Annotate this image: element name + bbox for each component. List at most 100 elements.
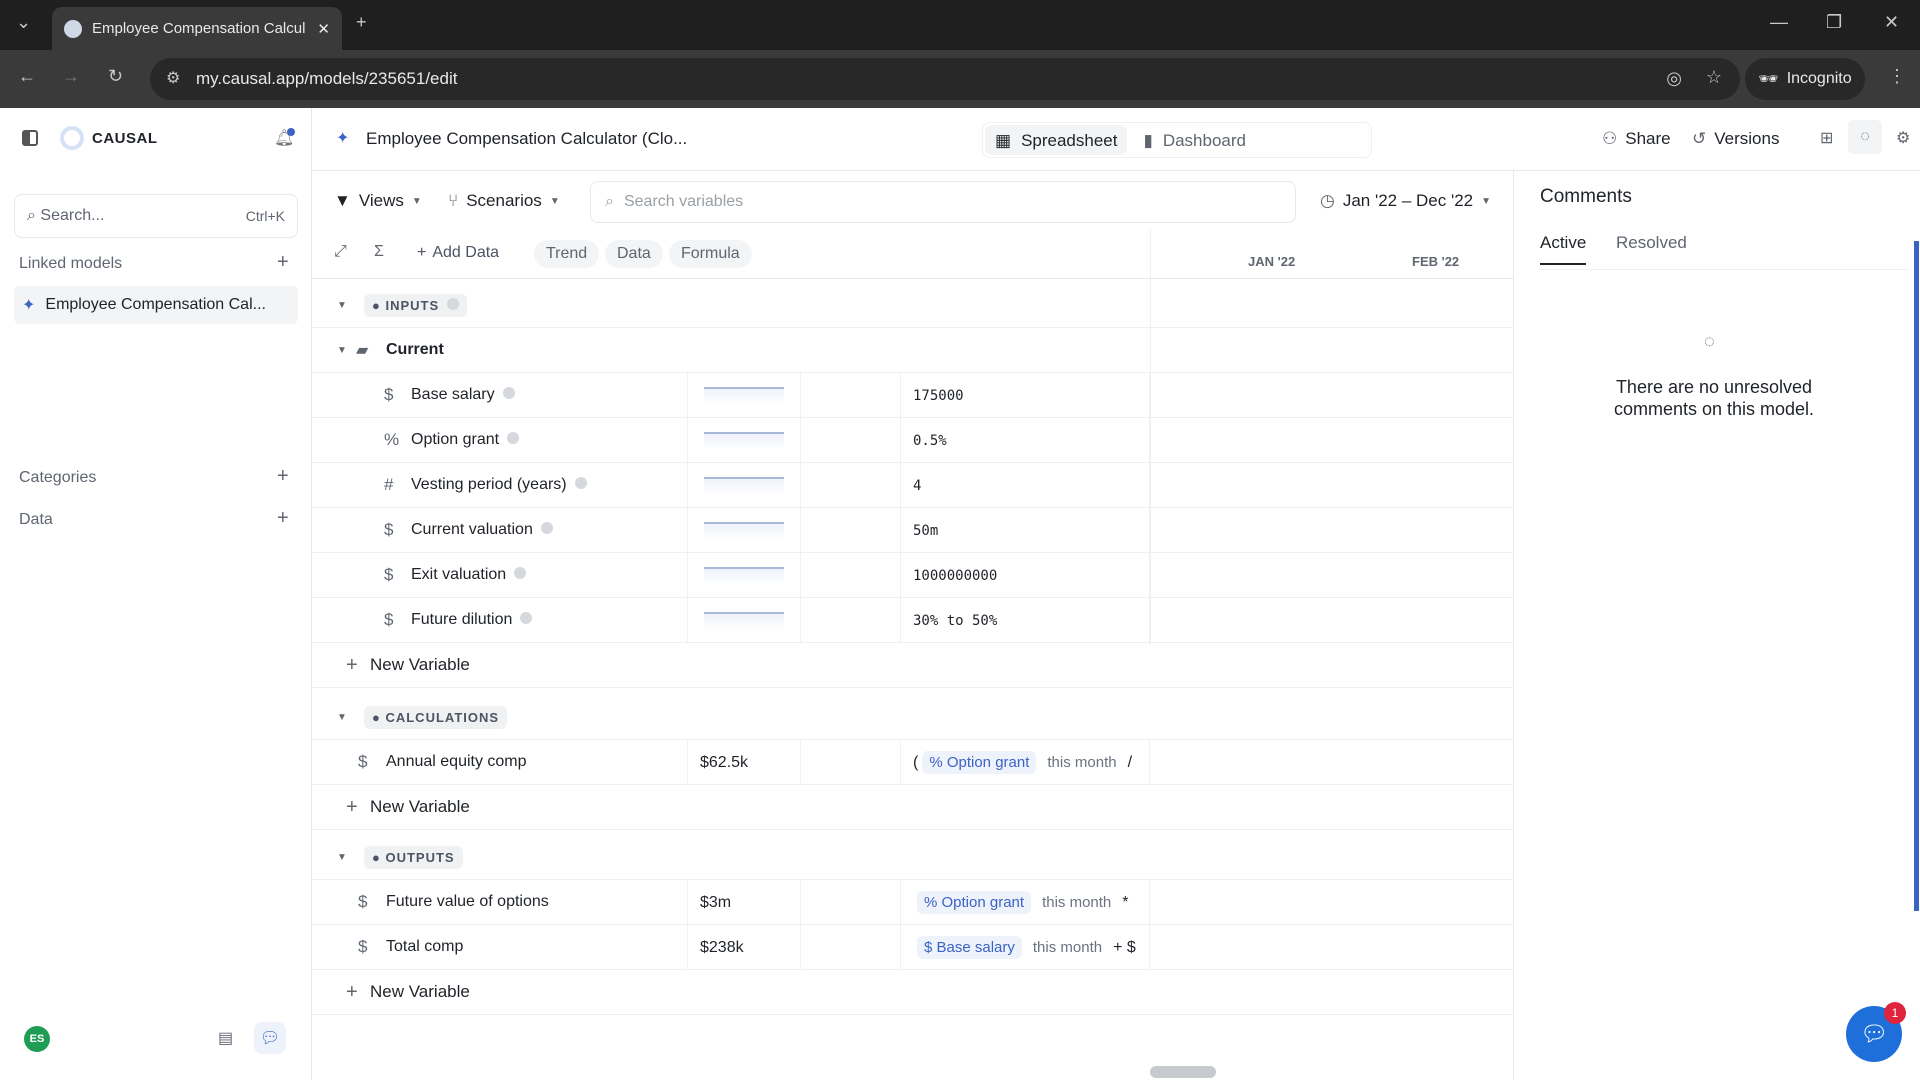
currency-icon: $ bbox=[358, 752, 368, 771]
section-header-calculations[interactable]: ▼ ● CALCULATIONS bbox=[312, 695, 1513, 740]
variable-token[interactable]: % Option grant bbox=[922, 751, 1037, 774]
variable-row[interactable]: % Option grant 0.5% bbox=[312, 418, 1513, 463]
variable-value[interactable]: 0.5% bbox=[900, 418, 1150, 463]
incognito-badge[interactable]: 🕶 Incognito bbox=[1745, 58, 1865, 100]
forward-icon[interactable]: → bbox=[62, 66, 80, 87]
variable-row[interactable]: $ Base salary 175000 bbox=[312, 373, 1513, 418]
variable-name[interactable]: Future dilution bbox=[411, 611, 533, 629]
help-icon[interactable] bbox=[507, 432, 520, 444]
variable-row[interactable]: $ Future dilution 30% to 50% bbox=[312, 598, 1513, 643]
tab-active[interactable]: Active bbox=[1540, 233, 1587, 265]
expand-icon[interactable]: ⤢ bbox=[334, 243, 347, 261]
variable-row[interactable]: $ Annual equity comp $62.5k (% Option gra… bbox=[312, 740, 1513, 785]
variable-name[interactable]: Option grant bbox=[411, 431, 520, 449]
tab-resolved[interactable]: Resolved bbox=[1616, 233, 1687, 253]
add-linked-model-icon[interactable]: + bbox=[277, 251, 289, 274]
share-button[interactable]: ⚇ Share bbox=[1602, 129, 1671, 149]
menu-icon[interactable]: ⋮ bbox=[1888, 66, 1906, 87]
variable-name[interactable]: Current valuation bbox=[411, 521, 553, 539]
variable-row[interactable]: $ Total comp $238k $ Base salary this mont… bbox=[312, 925, 1513, 970]
scenarios-dropdown[interactable]: ⑂ Scenarios ▼ bbox=[448, 191, 560, 211]
sparkline bbox=[704, 566, 784, 585]
variable-value[interactable]: 4 bbox=[900, 463, 1150, 508]
new-variable-button[interactable]: + New Variable bbox=[312, 785, 1513, 830]
variable-name[interactable]: Vesting period (years) bbox=[411, 476, 587, 494]
dashboard-tab[interactable]: ▮ Dashboard bbox=[1133, 125, 1256, 155]
sidebar-toggle-icon[interactable] bbox=[22, 130, 38, 146]
variable-name[interactable]: Future value of options bbox=[386, 893, 549, 911]
settings-icon[interactable]: ⚙ bbox=[1896, 128, 1910, 148]
variable-name[interactable]: Total comp bbox=[386, 938, 463, 956]
sidebar-search[interactable]: ⌕ Search... Ctrl+K bbox=[14, 194, 298, 238]
variable-value[interactable]: 1000000000 bbox=[900, 553, 1150, 598]
help-icon[interactable] bbox=[574, 477, 587, 489]
views-dropdown[interactable]: ▼ Views ▼ bbox=[334, 191, 422, 211]
reload-icon[interactable]: ↻ bbox=[108, 66, 123, 87]
back-icon[interactable]: ← bbox=[18, 66, 36, 87]
date-range-picker[interactable]: ◷ Jan '22 – Dec '22 ▼ bbox=[1320, 191, 1491, 211]
linked-model-item[interactable]: ✦ Employee Compensation Cal... bbox=[14, 286, 298, 324]
help-icon[interactable] bbox=[520, 612, 533, 624]
variable-token[interactable]: % Option grant bbox=[917, 891, 1032, 914]
eye-off-icon[interactable]: ◎ bbox=[1666, 68, 1682, 89]
add-data-icon[interactable]: + bbox=[277, 507, 289, 530]
empty-cell bbox=[800, 508, 900, 553]
folder-row[interactable]: ▼ ▰ Current bbox=[312, 328, 1513, 373]
help-icon[interactable] bbox=[514, 567, 527, 579]
close-window-icon[interactable]: ✕ bbox=[1884, 12, 1899, 33]
versions-button[interactable]: ↺ Versions bbox=[1692, 129, 1779, 149]
scrollbar[interactable] bbox=[1914, 241, 1919, 911]
model-title[interactable]: Employee Compensation Calculator (Clo... bbox=[366, 129, 687, 149]
tab-list-icon[interactable]: ⌄ bbox=[16, 12, 31, 33]
site-settings-icon[interactable]: ⚙ bbox=[166, 68, 180, 88]
avatar[interactable]: ES bbox=[24, 1026, 50, 1052]
url-field[interactable]: my.causal.app/models/235651/edit ⚙ ◎ ☆ bbox=[150, 58, 1740, 100]
chevron-down-icon[interactable]: ▼ bbox=[337, 300, 347, 311]
new-tab-icon[interactable]: + bbox=[356, 12, 367, 33]
browser-tab[interactable]: Employee Compensation Calcul ✕ bbox=[52, 7, 342, 50]
variable-value[interactable]: 30% to 50% bbox=[900, 598, 1150, 643]
variable-row[interactable]: $ Current valuation 50m bbox=[312, 508, 1513, 553]
comments-icon[interactable]: ◌ bbox=[1848, 120, 1882, 154]
help-icon[interactable] bbox=[540, 522, 553, 534]
sigma-icon[interactable]: Σ bbox=[374, 243, 384, 261]
horizontal-scrollbar[interactable] bbox=[1150, 1066, 1216, 1078]
variable-value[interactable]: 50m bbox=[900, 508, 1150, 553]
formula-cell[interactable]: $ Base salary this month + $ bbox=[900, 925, 1150, 970]
variable-value[interactable]: 175000 bbox=[900, 373, 1150, 418]
new-variable-button[interactable]: + New Variable bbox=[312, 643, 1513, 688]
add-category-icon[interactable]: + bbox=[277, 465, 289, 488]
trend-toggle[interactable]: Trend bbox=[534, 240, 600, 268]
section-header-outputs[interactable]: ▼ ● OUTPUTS bbox=[312, 835, 1513, 880]
close-tab-icon[interactable]: ✕ bbox=[317, 20, 330, 38]
variable-row[interactable]: # Vesting period (years) 4 bbox=[312, 463, 1513, 508]
star-icon[interactable]: ☆ bbox=[1706, 67, 1722, 88]
new-variable-button[interactable]: + New Variable bbox=[312, 970, 1513, 1015]
spreadsheet-tab[interactable]: ▦ Spreadsheet bbox=[985, 125, 1128, 155]
section-header-inputs[interactable]: ▼ ● INPUTS bbox=[312, 283, 1513, 328]
data-toggle[interactable]: Data bbox=[605, 240, 663, 268]
search-variables-input[interactable]: ⌕ Search variables bbox=[590, 181, 1296, 223]
chevron-down-icon[interactable]: ▼ bbox=[337, 852, 347, 863]
help-icon[interactable] bbox=[447, 297, 460, 310]
formula-cell[interactable]: (% Option grant this month / bbox=[900, 740, 1150, 785]
variable-name[interactable]: Exit valuation bbox=[411, 566, 527, 584]
views-label: Views bbox=[358, 191, 404, 210]
docs-icon[interactable]: ▤ bbox=[218, 1028, 233, 1048]
add-data-button[interactable]: + Add Data bbox=[417, 244, 499, 262]
chevron-down-icon[interactable]: ▼ bbox=[337, 345, 347, 356]
formula-cell[interactable]: % Option grant this month * bbox=[900, 880, 1150, 925]
presentation-icon[interactable]: ⊞ bbox=[1820, 128, 1833, 148]
comments-title: Comments bbox=[1540, 186, 1632, 207]
restore-icon[interactable]: ❐ bbox=[1826, 12, 1842, 33]
help-icon[interactable] bbox=[502, 387, 515, 399]
formula-toggle[interactable]: Formula bbox=[669, 240, 752, 268]
chevron-down-icon[interactable]: ▼ bbox=[337, 712, 347, 723]
variable-row[interactable]: $ Future value of options $3m % Option gr… bbox=[312, 880, 1513, 925]
variable-name[interactable]: Annual equity comp bbox=[386, 753, 527, 771]
variable-token[interactable]: $ Base salary bbox=[917, 936, 1022, 959]
variable-name[interactable]: Base salary bbox=[411, 386, 515, 404]
chat-icon[interactable]: 💬︎ bbox=[254, 1022, 286, 1054]
minimize-icon[interactable]: — bbox=[1770, 12, 1788, 33]
variable-row[interactable]: $ Exit valuation 1000000000 bbox=[312, 553, 1513, 598]
